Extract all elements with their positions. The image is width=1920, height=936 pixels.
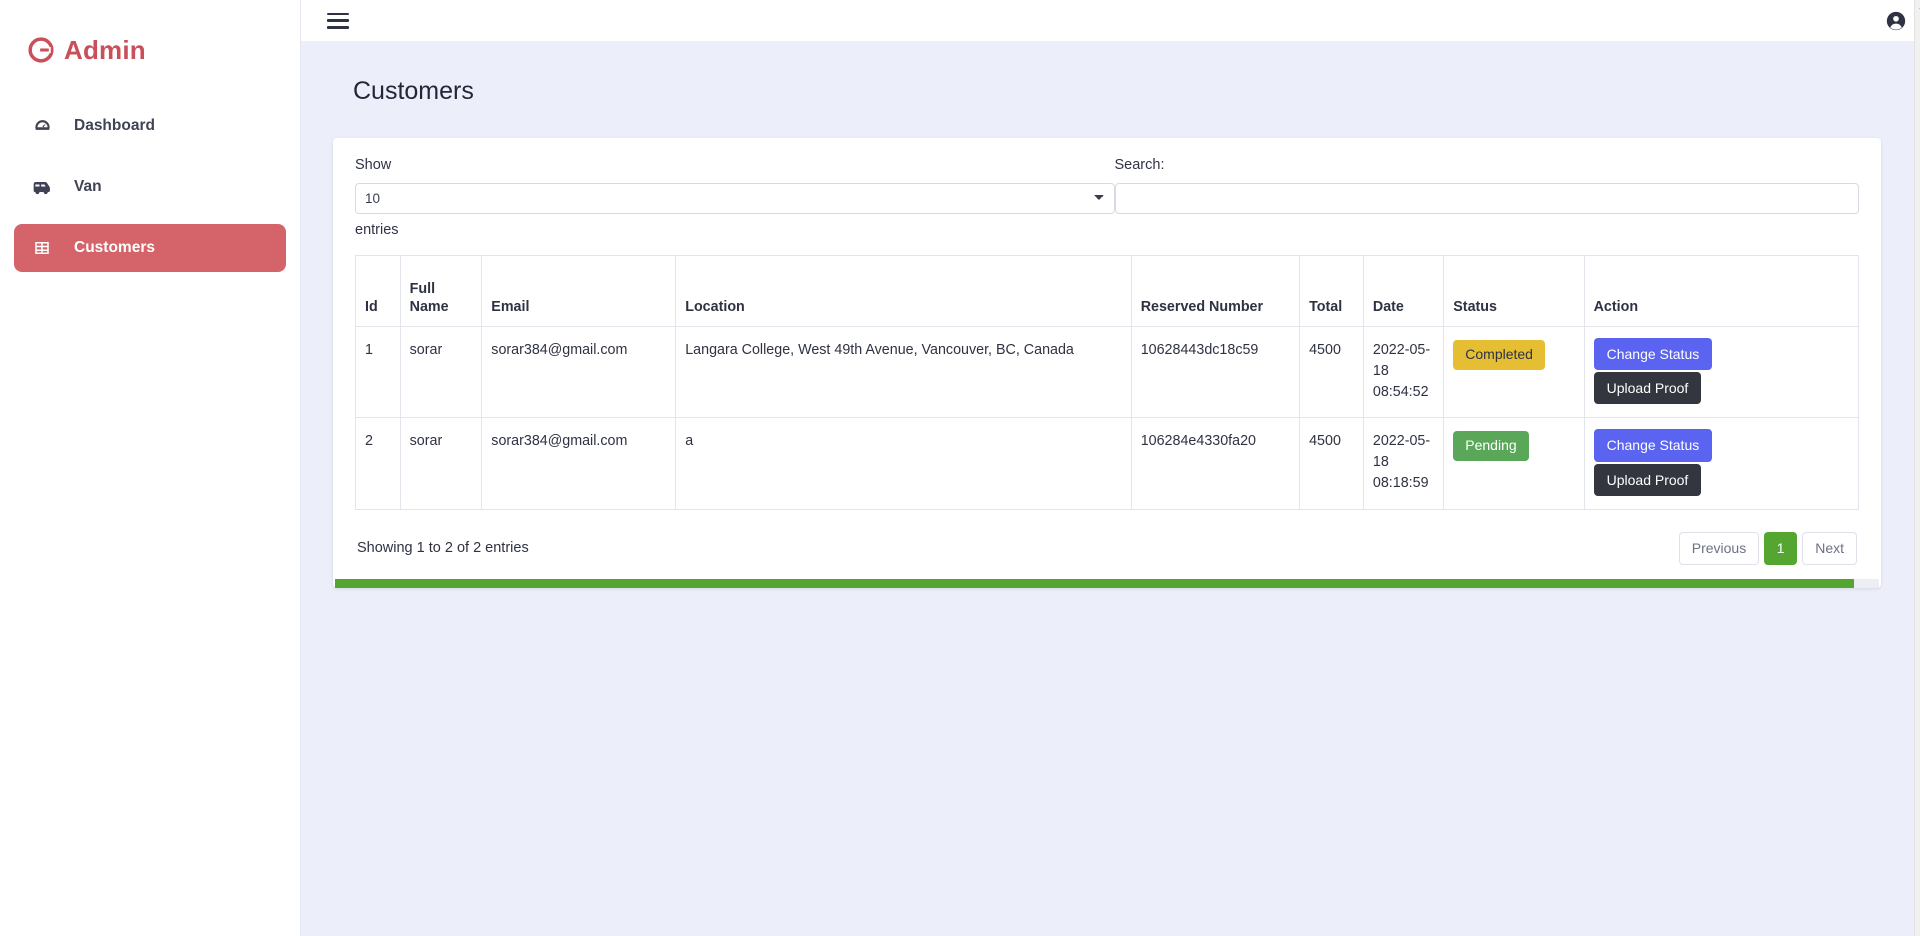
- table-controls: Show 10 entries Search:: [355, 156, 1859, 238]
- length-control: Show 10 entries: [355, 156, 1115, 238]
- entries-label: entries: [355, 221, 399, 238]
- hamburger-menu-icon[interactable]: [327, 12, 349, 29]
- sidebar-item-label: Dashboard: [74, 117, 155, 134]
- col-full-name[interactable]: Full Name: [399, 254, 483, 328]
- topbar: [301, 0, 1920, 41]
- table-head: Id Full Name Email Location Reserved Num…: [355, 254, 1859, 328]
- pagination-page-1-button[interactable]: 1: [1764, 531, 1798, 565]
- col-date[interactable]: Date: [1362, 254, 1445, 328]
- app-root: Admin Dashboard Van Customers Customers …: [0, 0, 1920, 936]
- cell-email: sorar384@gmail.com: [481, 326, 677, 419]
- col-location[interactable]: Location: [675, 254, 1132, 328]
- col-id[interactable]: Id: [355, 254, 401, 328]
- cell-reserved-number: 10628443dc18c59: [1130, 326, 1301, 419]
- page-title: Customers: [353, 77, 474, 105]
- table-header-row: Id Full Name Email Location Reserved Num…: [355, 254, 1859, 328]
- col-email[interactable]: Email: [481, 254, 677, 328]
- pagination-next-button[interactable]: Next: [1802, 531, 1857, 565]
- upload-proof-button[interactable]: Upload Proof: [1593, 463, 1702, 496]
- cell-email: sorar384@gmail.com: [481, 417, 677, 510]
- account-circle-icon[interactable]: [1885, 10, 1907, 32]
- table-grid-icon: [32, 238, 52, 258]
- search-label: Search:: [1114, 157, 1165, 173]
- search-control: Search:: [1114, 156, 1859, 214]
- pagination: Previous 1 Next: [1678, 531, 1857, 565]
- window-scrollbar[interactable]: [1914, 0, 1920, 936]
- table-row: 2 sorar sorar384@gmail.com a 106284e4330…: [355, 417, 1859, 510]
- cell-location: Langara College, West 49th Avenue, Vanco…: [675, 326, 1132, 419]
- van-icon: [32, 177, 52, 197]
- col-reserved-number[interactable]: Reserved Number: [1130, 254, 1301, 328]
- col-total[interactable]: Total: [1299, 254, 1364, 328]
- sidebar: Admin Dashboard Van Customers: [0, 0, 300, 936]
- entries-length-select[interactable]: 10: [355, 182, 1115, 214]
- cell-location: a: [675, 417, 1132, 510]
- showing-entries-text: Showing 1 to 2 of 2 entries: [357, 540, 529, 557]
- horizontal-scrollbar[interactable]: [335, 578, 1879, 588]
- col-action[interactable]: Action: [1583, 254, 1859, 328]
- customers-card: Show 10 entries Search: Id Full Name Ema…: [333, 138, 1881, 588]
- change-status-button[interactable]: Change Status: [1593, 338, 1713, 371]
- sidebar-nav: Dashboard Van Customers: [0, 74, 300, 272]
- sidebar-item-dashboard[interactable]: Dashboard: [14, 102, 286, 150]
- search-input[interactable]: [1114, 182, 1859, 214]
- cell-date: 2022-05-18 08:54:52: [1362, 326, 1445, 419]
- cell-id: 2: [355, 417, 401, 510]
- status-badge: Completed: [1453, 340, 1545, 370]
- pagination-previous-button[interactable]: Previous: [1678, 531, 1760, 565]
- table-footer: Showing 1 to 2 of 2 entries Previous 1 N…: [355, 510, 1859, 579]
- table-body: 1 sorar sorar384@gmail.com Langara Colle…: [355, 326, 1859, 510]
- change-status-button[interactable]: Change Status: [1593, 429, 1713, 462]
- cell-action: Change Status Upload Proof: [1583, 326, 1859, 419]
- status-badge: Pending: [1453, 431, 1529, 461]
- customers-table: Id Full Name Email Location Reserved Num…: [355, 254, 1859, 510]
- sidebar-item-label: Customers: [74, 239, 155, 256]
- cell-total: 4500: [1299, 417, 1364, 510]
- main-area: Customers Show 10 entries Search: Id Ful…: [300, 0, 1920, 936]
- sidebar-item-van[interactable]: Van: [14, 163, 286, 211]
- cell-status: Completed: [1443, 326, 1585, 419]
- show-label: Show: [355, 157, 392, 173]
- dashboard-gauge-icon: [32, 116, 52, 136]
- cell-reserved-number: 106284e4330fa20: [1130, 417, 1301, 510]
- cell-action: Change Status Upload Proof: [1583, 417, 1859, 510]
- page-head: Customers: [301, 41, 1920, 106]
- circle-c-logo-icon: [28, 37, 54, 63]
- cell-full-name: sorar: [399, 326, 483, 419]
- sidebar-item-customers[interactable]: Customers: [14, 224, 286, 272]
- sidebar-item-label: Van: [74, 178, 102, 195]
- table-row: 1 sorar sorar384@gmail.com Langara Colle…: [355, 326, 1859, 419]
- upload-proof-button[interactable]: Upload Proof: [1593, 372, 1702, 405]
- cell-date: 2022-05-18 08:18:59: [1362, 417, 1445, 510]
- cell-id: 1: [355, 326, 401, 419]
- cell-total: 4500: [1299, 326, 1364, 419]
- brand[interactable]: Admin: [0, 0, 300, 74]
- card-inner: Show 10 entries Search: Id Full Name Ema…: [335, 156, 1879, 588]
- cell-full-name: sorar: [399, 417, 483, 510]
- cell-status: Pending: [1443, 417, 1585, 510]
- horizontal-scrollbar-thumb[interactable]: [335, 578, 1855, 588]
- col-status[interactable]: Status: [1443, 254, 1585, 328]
- table-wrapper: Id Full Name Email Location Reserved Num…: [355, 254, 1859, 510]
- brand-text: Admin: [64, 34, 146, 65]
